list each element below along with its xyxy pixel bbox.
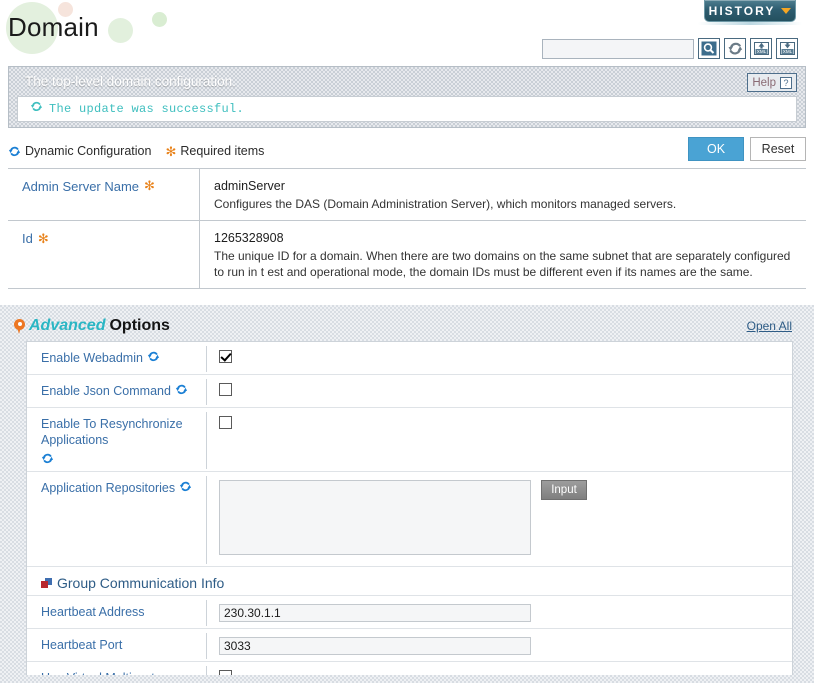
use-virtual-multicast-value-cell	[207, 662, 792, 675]
table-row: Id ✻ 1265328908 The unique ID for a doma…	[8, 221, 806, 289]
refresh-icon[interactable]	[724, 38, 746, 59]
application-repositories-value-cell: Input	[207, 472, 792, 566]
enable-webadmin-value-cell	[207, 342, 792, 374]
legend-required-items-label: Required items	[180, 144, 265, 158]
group-communication-info-header: Group Communication Info	[27, 567, 792, 596]
dynamic-config-icon	[8, 145, 21, 158]
enable-resynchronize-applications-value-cell	[207, 408, 792, 471]
page-header: Domain HISTORY XML XML	[0, 0, 814, 66]
message-panel: The top-level domain configuration. Help…	[8, 66, 806, 128]
heartbeat-port-input[interactable]	[219, 637, 531, 655]
enable-resynchronize-applications-label-cell: Enable To Resynchronize Applications	[27, 408, 207, 471]
enable-webadmin-checkbox[interactable]	[219, 350, 232, 363]
admin-server-name-value-cell: adminServer Configures the DAS (Domain A…	[200, 169, 806, 220]
id-description: The unique ID for a domain. When there a…	[214, 249, 791, 279]
option-row-heartbeat-address: Heartbeat Address	[27, 596, 792, 629]
enable-json-command-label: Enable Json Command	[41, 384, 171, 398]
dynamic-config-icon	[179, 480, 192, 493]
legend-dynamic-configuration-label: Dynamic Configuration	[25, 144, 152, 158]
required-asterisk-icon: ✻	[144, 178, 155, 193]
history-label: HISTORY	[708, 3, 776, 18]
option-row-enable-resynchronize-applications: Enable To Resynchronize Applications	[27, 408, 792, 472]
option-row-application-repositories: Application Repositories Input	[27, 472, 792, 567]
chevron-down-icon	[781, 7, 792, 14]
heartbeat-port-label-cell: Heartbeat Port	[27, 629, 207, 661]
enable-json-command-label-cell: Enable Json Command	[27, 375, 207, 407]
admin-server-name-description: Configures the DAS (Domain Administratio…	[214, 197, 677, 211]
question-mark-icon: ?	[780, 76, 792, 89]
use-virtual-multicast-label-cell: Use Virtual Multicast	[27, 662, 207, 675]
reset-button[interactable]: Reset	[750, 137, 806, 161]
advanced-options-body: Enable Webadmin Enable Json Command Enab…	[26, 341, 793, 675]
xml-download-icon[interactable]: XML	[776, 38, 798, 59]
message-title: The top-level domain configuration.	[25, 74, 236, 89]
heartbeat-address-input[interactable]	[219, 604, 531, 622]
option-row-heartbeat-port: Heartbeat Port	[27, 629, 792, 662]
legend-required-items: ✻ Required items	[165, 144, 264, 158]
svg-text:XML: XML	[782, 49, 792, 54]
ok-button[interactable]: OK	[688, 137, 744, 161]
advanced-options-panel: Advanced Options Open All Enable Webadmi…	[0, 305, 814, 683]
id-label-cell: Id ✻	[8, 221, 200, 288]
options-word: Options	[109, 317, 170, 334]
enable-json-command-checkbox[interactable]	[219, 383, 232, 396]
id-value-cell: 1265328908 The unique ID for a domain. W…	[200, 221, 806, 288]
enable-webadmin-label-cell: Enable Webadmin	[27, 342, 207, 374]
admin-server-name-value: adminServer	[214, 179, 285, 193]
decorative-circle-small	[152, 12, 167, 27]
enable-json-command-value-cell	[207, 375, 792, 407]
svg-text:XML: XML	[756, 49, 766, 54]
dynamic-config-icon	[41, 452, 54, 465]
history-button[interactable]: HISTORY	[704, 0, 796, 22]
heartbeat-address-label: Heartbeat Address	[41, 605, 145, 619]
dynamic-config-icon	[147, 350, 160, 363]
option-row-enable-webadmin: Enable Webadmin	[27, 342, 792, 375]
form-toolbar: Dynamic Configuration ✻ Required items O…	[8, 134, 806, 168]
status-message-box: The update was successful.	[17, 96, 797, 122]
id-value: 1265328908	[214, 231, 284, 245]
status-text: The update was successful.	[49, 102, 245, 116]
stacked-squares-icon	[41, 577, 52, 589]
admin-server-name-label-cell: Admin Server Name ✻	[8, 169, 200, 220]
heartbeat-address-value-cell	[207, 596, 792, 628]
application-repositories-input-button[interactable]: Input	[541, 480, 587, 500]
table-row: Admin Server Name ✻ adminServer Configur…	[8, 169, 806, 221]
help-button[interactable]: Help ?	[747, 73, 797, 92]
enable-resynchronize-applications-label: Enable To Resynchronize Applications	[41, 417, 183, 447]
legend-dynamic-configuration: Dynamic Configuration	[8, 144, 151, 158]
group-communication-info-title: Group Communication Info	[57, 575, 225, 591]
open-all-link[interactable]: Open All	[747, 319, 792, 333]
search-toolbar: XML XML	[542, 38, 798, 59]
heartbeat-port-label: Heartbeat Port	[41, 638, 123, 652]
history-glow	[698, 22, 802, 25]
search-input[interactable]	[542, 38, 694, 59]
application-repositories-textarea[interactable]	[219, 480, 531, 555]
id-label: Id	[22, 231, 33, 246]
admin-server-name-label: Admin Server Name	[22, 179, 140, 194]
required-asterisk-icon: ✻	[37, 231, 49, 246]
heartbeat-address-label-cell: Heartbeat Address	[27, 596, 207, 628]
advanced-options-header: Advanced Options Open All	[14, 313, 814, 339]
xml-upload-icon[interactable]: XML	[750, 38, 772, 59]
heartbeat-port-value-cell	[207, 629, 792, 661]
required-asterisk-icon: ✻	[165, 143, 177, 159]
dynamic-config-icon	[175, 383, 188, 396]
main-form-table: Admin Server Name ✻ adminServer Configur…	[8, 168, 806, 289]
enable-resynchronize-applications-checkbox[interactable]	[219, 416, 232, 429]
application-repositories-label: Application Repositories	[41, 481, 176, 495]
use-virtual-multicast-label: Use Virtual Multicast	[41, 670, 155, 675]
search-icon[interactable]	[698, 38, 720, 59]
dynamic-config-icon	[30, 100, 43, 118]
decorative-circle-mid	[108, 18, 133, 43]
enable-webadmin-label: Enable Webadmin	[41, 351, 143, 365]
use-virtual-multicast-checkbox[interactable]	[219, 670, 232, 675]
toolbar-buttons: OK Reset	[688, 137, 806, 161]
advanced-word: Advanced	[29, 317, 106, 334]
pin-icon	[14, 318, 25, 334]
option-row-use-virtual-multicast: Use Virtual Multicast	[27, 662, 792, 675]
option-row-enable-json-command: Enable Json Command	[27, 375, 792, 408]
application-repositories-label-cell: Application Repositories	[27, 472, 207, 566]
help-label: Help	[752, 76, 776, 89]
page-title: Domain	[8, 12, 99, 42]
